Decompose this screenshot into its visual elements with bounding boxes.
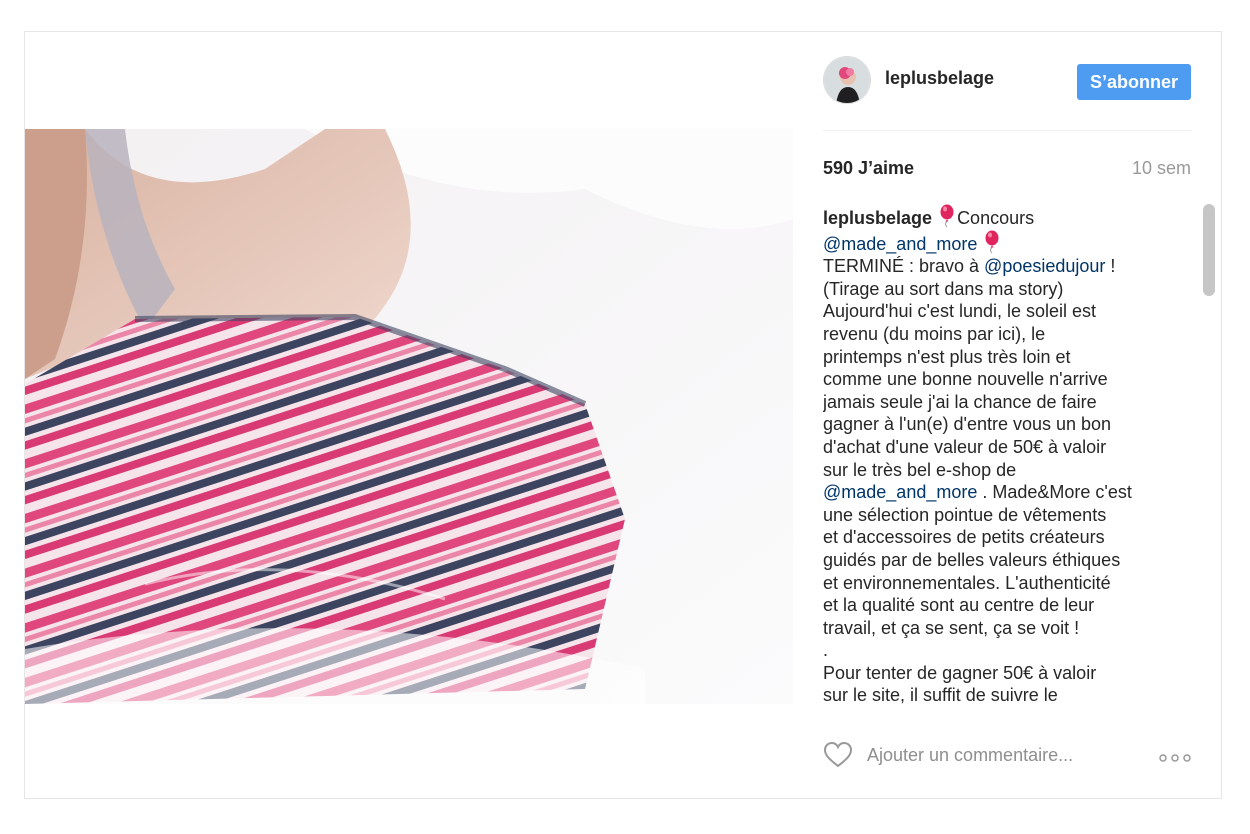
divider bbox=[823, 130, 1191, 131]
caption-line: d'achat d'une valeur de 50€ à valoir bbox=[823, 436, 1107, 457]
balloon-icon bbox=[985, 230, 999, 253]
caption-line: . bbox=[823, 640, 829, 661]
caption-line: sur le très bel e-shop de bbox=[823, 459, 1017, 480]
striped-shorts-photo bbox=[25, 129, 793, 704]
caption-text: TERMINÉ : bravo à bbox=[823, 256, 985, 277]
caption-line: une sélection pointue de vêtements bbox=[823, 504, 1107, 525]
caption-text: ! bbox=[1105, 256, 1116, 277]
caption: leplusbelage Concours @made_and_more TER… bbox=[823, 204, 1173, 707]
post-photo[interactable] bbox=[25, 129, 793, 704]
post-time[interactable]: 10 sem bbox=[1132, 158, 1191, 179]
caption-username[interactable]: leplusbelage bbox=[823, 208, 932, 228]
avatar[interactable] bbox=[823, 56, 871, 104]
caption-scroll-area[interactable]: leplusbelage Concours @made_and_more TER… bbox=[823, 204, 1191, 712]
caption-text: . Made&More c'est bbox=[977, 482, 1132, 503]
mention-link[interactable]: @made_and_more bbox=[823, 482, 977, 502]
caption-line: et la qualité sont au centre de leur bbox=[823, 595, 1095, 616]
likes-count[interactable]: 590 J’aime bbox=[823, 158, 914, 179]
caption-line: Aujourd'hui c'est lundi, le soleil est bbox=[823, 301, 1097, 322]
caption-line: printemps n'est plus très loin et bbox=[823, 346, 1071, 367]
comment-bar bbox=[823, 738, 1191, 772]
caption-line: gagner à l'un(e) d'entre vous un bon bbox=[823, 414, 1112, 435]
caption-line: jamais seule j'ai la chance de faire bbox=[823, 391, 1097, 412]
comment-input[interactable] bbox=[867, 745, 1117, 766]
caption-line: guidés par de belles valeurs éthiques bbox=[823, 549, 1121, 570]
post-sidebar: leplusbelage S’abonner 590 J’aime 10 sem… bbox=[823, 32, 1215, 798]
mention-link[interactable]: @poesiedujour bbox=[984, 256, 1105, 276]
follow-button[interactable]: S’abonner bbox=[1077, 64, 1191, 100]
caption-line: revenu (du moins par ici), le bbox=[823, 323, 1046, 344]
caption-line: et environnementales. L'authenticité bbox=[823, 572, 1111, 593]
caption-line: travail, et ça se sent, ça se voit ! bbox=[823, 617, 1080, 638]
more-options-icon[interactable] bbox=[1159, 750, 1191, 768]
mention-link[interactable]: @made_and_more bbox=[823, 234, 977, 254]
username[interactable]: leplusbelage bbox=[885, 68, 994, 89]
caption-line: sur le site, il suffit de suivre le bbox=[823, 685, 1058, 706]
caption-line: et d'accessoires de petits créateurs bbox=[823, 527, 1105, 548]
caption-text: Concours bbox=[957, 208, 1035, 228]
heart-icon[interactable] bbox=[823, 740, 853, 775]
caption-line: comme une bonne nouvelle n'arrive bbox=[823, 369, 1108, 390]
caption-line: (Tirage au sort dans ma story) bbox=[823, 278, 1064, 299]
caption-scrollbar[interactable] bbox=[1203, 204, 1215, 296]
caption-line: Pour tenter de gagner 50€ à valoir bbox=[823, 662, 1097, 683]
balloon-icon bbox=[940, 204, 954, 228]
post-header: leplusbelage S’abonner bbox=[823, 54, 1191, 110]
post-card: leplusbelage S’abonner 590 J’aime 10 sem… bbox=[24, 31, 1222, 799]
